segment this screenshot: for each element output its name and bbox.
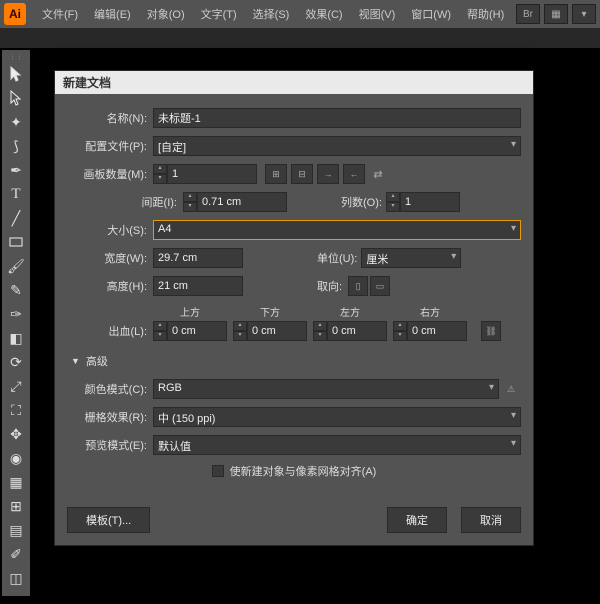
- raster-select[interactable]: 中 (150 ppi): [153, 407, 521, 427]
- profile-label: 配置文件(P):: [67, 138, 153, 154]
- eraser-tool[interactable]: ◧: [4, 326, 28, 350]
- app-icon: Ai: [4, 3, 26, 25]
- spacing-label: 间距(I):: [67, 194, 183, 210]
- templates-button[interactable]: 模板(T)...: [67, 507, 150, 533]
- advanced-toggle[interactable]: ▼ 高级: [71, 353, 521, 369]
- menu-effect[interactable]: 效果(C): [297, 6, 350, 22]
- menu-view[interactable]: 视图(V): [351, 6, 404, 22]
- bleed-top-spinner[interactable]: ▴▾: [153, 321, 167, 341]
- menubar: Ai 文件(F) 编辑(E) 对象(O) 文字(T) 选择(S) 效果(C) 视…: [0, 0, 600, 28]
- menu-edit[interactable]: 编辑(E): [86, 6, 139, 22]
- bleed-left-input[interactable]: [327, 321, 387, 341]
- bridge-button[interactable]: Br: [516, 4, 540, 24]
- orient-portrait-icon[interactable]: ▯: [348, 276, 368, 296]
- type-tool[interactable]: T: [4, 182, 28, 206]
- arrange-button[interactable]: ▦: [544, 4, 568, 24]
- rectangle-tool[interactable]: [4, 230, 28, 254]
- lasso-tool[interactable]: ⟆: [4, 134, 28, 158]
- width-input[interactable]: [153, 248, 243, 268]
- selection-tool[interactable]: [4, 62, 28, 86]
- menu-window[interactable]: 窗口(W): [403, 6, 459, 22]
- tool-panel: ⋮⋮ ✦ ⟆ ✒ T ╱ 🖌 ✎ ✑ ◧ ⟳ ⤢ ⛶ ✥ ◉ ▦ ⊞ ▤ ✐ ◫: [2, 50, 30, 596]
- units-select[interactable]: 厘米: [361, 248, 461, 268]
- artboards-spinner[interactable]: ▴▾: [153, 164, 167, 184]
- bleed-right-input[interactable]: [407, 321, 467, 341]
- menu-select[interactable]: 选择(S): [245, 6, 298, 22]
- menu-file[interactable]: 文件(F): [34, 6, 86, 22]
- ok-button[interactable]: 确定: [387, 507, 447, 533]
- preview-label: 预览模式(E):: [67, 437, 153, 453]
- color-mode-label: 颜色模式(C):: [67, 381, 153, 397]
- bleed-label: 出血(L):: [67, 323, 153, 339]
- bleed-bottom-input[interactable]: [247, 321, 307, 341]
- eyedropper-tool[interactable]: ✐: [4, 542, 28, 566]
- direct-selection-tool[interactable]: [4, 86, 28, 110]
- bleed-top-label: 上方: [180, 304, 200, 319]
- menu-object[interactable]: 对象(O): [139, 6, 193, 22]
- orient-landscape-icon[interactable]: ▭: [370, 276, 390, 296]
- tool-panel-grip[interactable]: ⋮⋮: [2, 52, 30, 62]
- height-label: 高度(H):: [67, 278, 153, 294]
- artboards-input[interactable]: [167, 164, 257, 184]
- free-transform-tool[interactable]: ✥: [4, 422, 28, 446]
- cancel-button[interactable]: 取消: [461, 507, 521, 533]
- bleed-right-label: 右方: [420, 304, 440, 319]
- rotate-tool[interactable]: ⟳: [4, 350, 28, 374]
- advanced-label: 高级: [86, 353, 108, 369]
- size-select[interactable]: A4: [153, 220, 521, 240]
- arrange-arrow-icon[interactable]: ⇄: [369, 164, 387, 184]
- gradient-tool[interactable]: ▤: [4, 518, 28, 542]
- row-rtl-icon[interactable]: ←: [343, 164, 365, 184]
- triangle-down-icon: ▼: [71, 356, 80, 366]
- scale-tool[interactable]: ⤢: [4, 374, 28, 398]
- blend-tool[interactable]: ◫: [4, 566, 28, 590]
- artboards-label: 画板数量(M):: [67, 166, 153, 182]
- bleed-top-input[interactable]: [167, 321, 227, 341]
- align-pixel-checkbox[interactable]: [212, 465, 224, 477]
- bleed-right-spinner[interactable]: ▴▾: [393, 321, 407, 341]
- dialog-title: 新建文档: [55, 71, 533, 94]
- paintbrush-tool[interactable]: 🖌: [4, 254, 28, 278]
- bleed-bottom-spinner[interactable]: ▴▾: [233, 321, 247, 341]
- row-ltr-icon[interactable]: →: [317, 164, 339, 184]
- grid-by-col-icon[interactable]: ⊟: [291, 164, 313, 184]
- columns-label: 列数(O):: [327, 194, 386, 210]
- name-label: 名称(N):: [67, 110, 153, 126]
- mesh-tool[interactable]: ⊞: [4, 494, 28, 518]
- width-tool[interactable]: ⛶: [4, 398, 28, 422]
- bleed-link-icon[interactable]: ⛓: [481, 321, 501, 341]
- orient-label: 取向:: [303, 278, 346, 294]
- blob-brush-tool[interactable]: ✑: [4, 302, 28, 326]
- color-mode-select[interactable]: RGB: [153, 379, 499, 399]
- bleed-bottom-label: 下方: [260, 304, 280, 319]
- shape-builder-tool[interactable]: ◉: [4, 446, 28, 470]
- grid-by-row-icon[interactable]: ⊞: [265, 164, 287, 184]
- pencil-tool[interactable]: ✎: [4, 278, 28, 302]
- bleed-left-spinner[interactable]: ▴▾: [313, 321, 327, 341]
- perspective-tool[interactable]: ▦: [4, 470, 28, 494]
- preview-select[interactable]: 默认值: [153, 435, 521, 455]
- height-input[interactable]: [153, 276, 243, 296]
- width-label: 宽度(W):: [67, 250, 153, 266]
- pen-tool[interactable]: ✒: [4, 158, 28, 182]
- columns-input[interactable]: [400, 192, 460, 212]
- menu-type[interactable]: 文字(T): [193, 6, 245, 22]
- size-label: 大小(S):: [67, 222, 153, 238]
- align-pixel-label: 使新建对象与像素网格对齐(A): [230, 463, 377, 479]
- warning-icon: ⚠: [501, 379, 521, 399]
- units-label: 单位(U):: [303, 250, 361, 266]
- profile-select[interactable]: [自定]: [153, 136, 521, 156]
- line-tool[interactable]: ╱: [4, 206, 28, 230]
- search-button[interactable]: ▾: [572, 4, 596, 24]
- magic-wand-tool[interactable]: ✦: [4, 110, 28, 134]
- spacing-input[interactable]: [197, 192, 287, 212]
- spacing-spinner[interactable]: ▴▾: [183, 192, 197, 212]
- bleed-left-label: 左方: [340, 304, 360, 319]
- columns-spinner[interactable]: ▴▾: [386, 192, 400, 212]
- raster-label: 栅格效果(R):: [67, 409, 153, 425]
- new-document-dialog: 新建文档 名称(N): 配置文件(P): [自定] 画板数量(M): ▴▾ ⊞ …: [54, 70, 534, 546]
- name-input[interactable]: [153, 108, 521, 128]
- menu-help[interactable]: 帮助(H): [459, 6, 512, 22]
